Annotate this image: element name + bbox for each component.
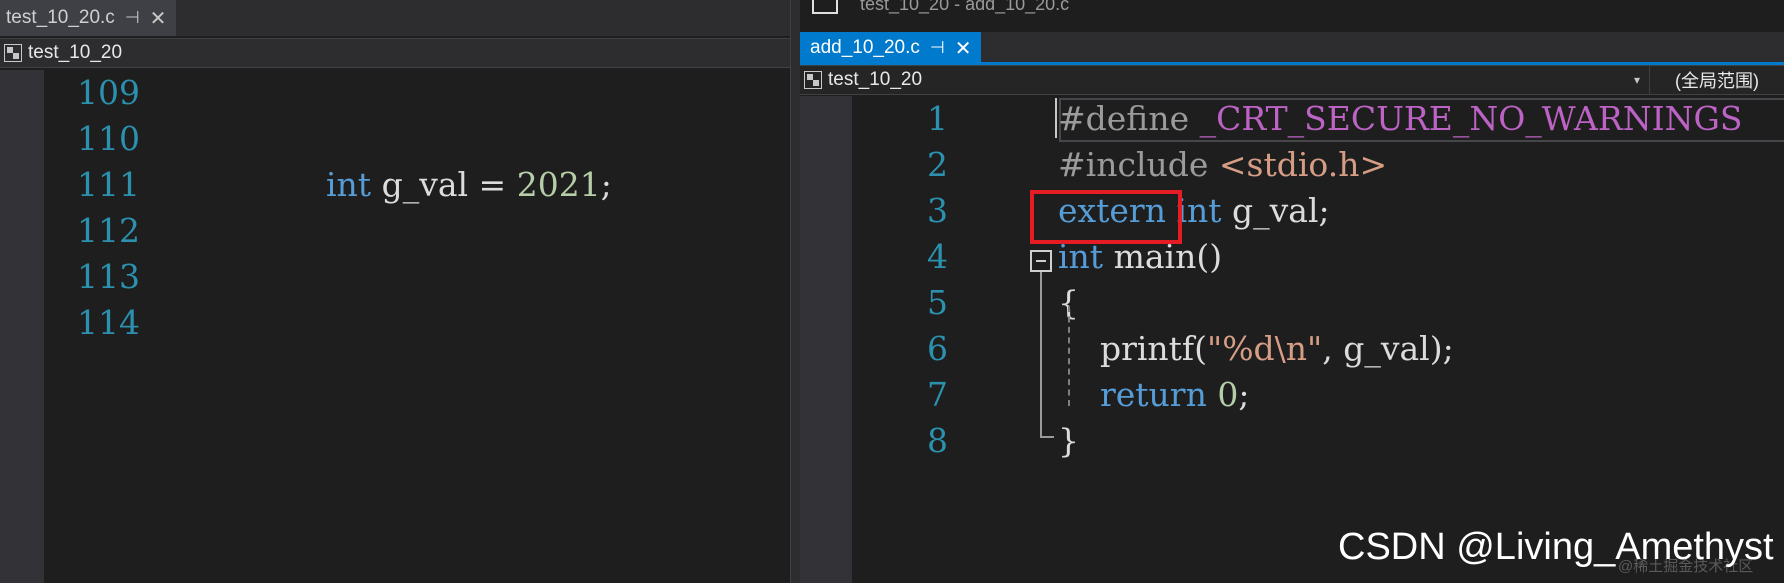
pin-icon[interactable]: ⊣ [125,8,140,28]
line-number: 111 [77,165,140,204]
line-number: 4 [927,237,948,276]
line-number: 112 [77,211,140,250]
chevron-down-icon[interactable]: ▾ [1634,73,1640,87]
tab-label: add_10_20.c [810,37,920,58]
close-icon[interactable]: ✕ [150,6,167,31]
project-dropdown[interactable]: test_10_20 [828,69,922,91]
code-line[interactable]: #include <stdio.h> [1058,142,1387,188]
code-token: printf( [1058,329,1208,368]
close-icon[interactable]: ✕ [955,36,972,61]
scope-dropdown[interactable]: (全局范围) [1649,66,1784,94]
code-token: ; [1238,375,1250,414]
code-token: 0 [1217,375,1239,414]
line-number: 110 [77,119,140,158]
code-token: #define [1058,99,1200,138]
line-number: 5 [927,283,948,322]
line-number: 113 [77,257,140,296]
window-title: test_10_20 - add_10_20.c [860,0,1070,14]
line-number: 109 [77,73,140,112]
code-token: int [326,165,372,204]
project-icon [804,71,822,89]
left-navigation-bar[interactable]: test_10_20 [0,38,790,68]
text-cursor [1055,98,1057,138]
line-number: 3 [927,191,948,230]
visual-studio-icon [812,0,838,14]
code-token: int [1176,191,1222,230]
line-number: 8 [927,421,948,460]
tab-label: test_10_20.c [6,7,115,28]
code-token: g_val = [371,165,517,204]
collapse-icon[interactable] [1030,250,1052,272]
code-token: } [1058,421,1079,460]
code-line[interactable]: printf("%d\n", g_val); [1058,326,1454,372]
line-number: 6 [927,329,948,368]
code-token: ; [600,165,612,204]
line-number: 1 [927,99,948,138]
code-token: <stdio.h> [1218,145,1388,184]
fold-line [1040,272,1042,438]
code-token: g_val; [1221,191,1330,230]
pin-icon[interactable]: ⊣ [930,38,945,58]
code-line[interactable]: #define _CRT_SECURE_NO_WARNINGS [1058,96,1742,142]
code-token: , g_val); [1322,329,1454,368]
code-token: _CRT_SECURE_NO_WARNINGS [1199,99,1743,138]
code-token: 2021 [516,165,601,204]
project-name: test_10_20 [28,42,123,63]
code-line[interactable]: int g_val = 2021; [326,162,612,208]
line-number: 114 [77,303,140,342]
left-tab-strip: test_10_20.c ⊣ ✕ [0,0,790,36]
code-line[interactable]: } [1058,418,1079,464]
code-line[interactable]: return 0; [1058,372,1249,418]
right-code-editor[interactable]: 1 #define _CRT_SECURE_NO_WARNINGS 2 #includ… [800,96,1784,583]
project-icon [4,44,22,62]
fold-end [1040,436,1054,438]
left-editor-pane: test_10_20.c ⊣ ✕ test_10_20 109 110 111 int… [0,0,790,583]
right-editor-pane: add_10_20.c ⊣ ✕ test_10_20 ▾ (全局范围) 1 #de… [800,0,1784,583]
extern-highlight-box [1030,190,1182,244]
left-code-editor[interactable]: 109 110 111 int g_val = 2021; 112 113 114 [0,70,790,583]
code-token: #include [1058,145,1219,184]
line-number: 7 [927,375,948,414]
code-token: "%d\n" [1207,329,1323,368]
indent-guide [1068,306,1070,406]
glyph-margin [800,96,852,583]
code-token: return [1099,375,1207,414]
watermark: CSDN @Living_Amethyst [1338,526,1774,568]
right-tab-strip: add_10_20.c ⊣ ✕ [800,32,1784,64]
tab-test-10-20-c[interactable]: test_10_20.c ⊣ ✕ [0,0,177,36]
line-number: 2 [927,145,948,184]
glyph-margin [0,70,44,583]
right-navigation-bar: test_10_20 ▾ (全局范围) [800,65,1784,95]
tab-add-10-20-c[interactable]: add_10_20.c ⊣ ✕ [800,32,982,64]
